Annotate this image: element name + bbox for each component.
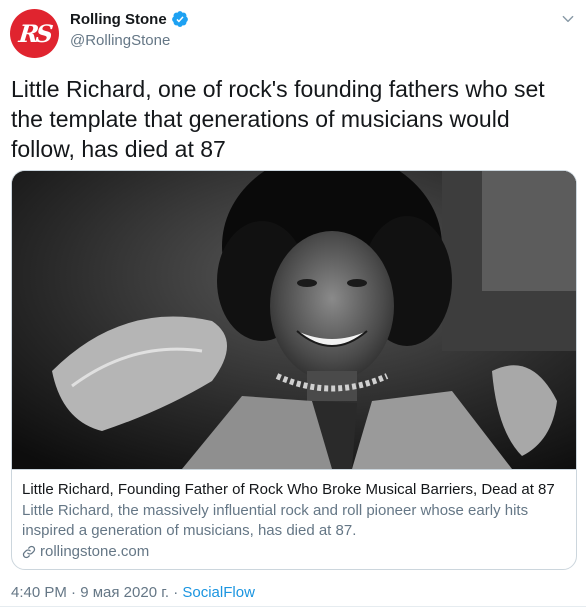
tweet: RS Rolling Stone @RollingStone Little Ri… — [0, 0, 586, 607]
tweet-time[interactable]: 4:40 PM — [11, 584, 67, 601]
author-name-row[interactable]: Rolling Stone — [70, 10, 189, 28]
card-description: Little Richard, the massively influentia… — [22, 502, 529, 539]
tweet-date[interactable]: 9 мая 2020 г. — [80, 584, 169, 601]
card-domain: rollingstone.com — [40, 543, 150, 560]
link-card[interactable]: Little Richard, Founding Father of Rock … — [11, 170, 577, 570]
card-domain-row: rollingstone.com — [22, 542, 566, 562]
author-handle[interactable]: @RollingStone — [70, 32, 170, 49]
chevron-down-icon[interactable] — [561, 12, 575, 26]
author-name[interactable]: Rolling Stone — [70, 11, 167, 28]
avatar-logo-text: RS — [17, 19, 52, 48]
meta-separator: · — [71, 584, 77, 601]
card-image[interactable] — [12, 171, 576, 469]
avatar[interactable]: RS — [10, 9, 59, 58]
tweet-source-link[interactable]: SocialFlow — [182, 584, 255, 601]
card-title[interactable]: Little Richard, Founding Father of Rock … — [22, 480, 566, 500]
tweet-text: Little Richard, one of rock's founding f… — [11, 76, 545, 162]
card-body[interactable]: Little Richard, Founding Father of Rock … — [12, 469, 576, 569]
link-icon — [22, 545, 36, 559]
meta-separator: · — [173, 584, 179, 601]
verified-badge-icon — [171, 11, 188, 27]
tweet-meta: 4:40 PM · 9 мая 2020 г. · SocialFlow — [11, 584, 255, 601]
